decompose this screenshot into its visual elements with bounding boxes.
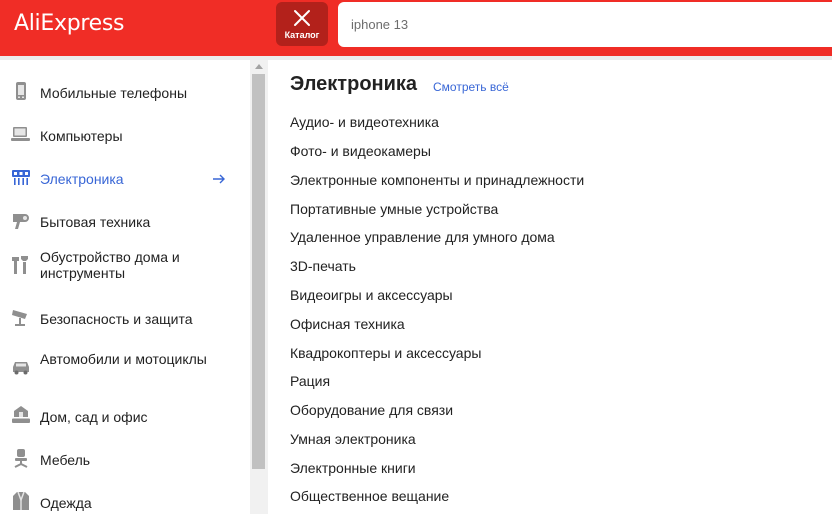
sidebar-item-home-appliances[interactable]: Бытовая техника	[0, 201, 250, 241]
sidebar-item-label: Бытовая техника	[40, 214, 151, 230]
electronics-icon	[12, 170, 30, 185]
computer-icon	[11, 127, 30, 141]
car-icon	[13, 362, 29, 375]
sidebar-item-label: Дом, сад и офис	[40, 409, 148, 425]
subcategory-link[interactable]: Оборудование для связи	[290, 402, 453, 418]
sidebar-item-home-garden-office[interactable]: Дом, сад и офис	[0, 396, 250, 436]
sidebar-item-security[interactable]: Безопасность и защита	[0, 298, 250, 338]
mobile-phone-icon	[16, 82, 26, 100]
subcategory-link[interactable]: Электронные компоненты и принадлежности	[290, 172, 584, 188]
sidebar-item-cars-motorcycles[interactable]: Автомобили и мотоциклы	[0, 345, 250, 385]
subcategory-link[interactable]: Общественное вещание	[290, 488, 449, 504]
subcategory-link[interactable]: Квадрокоптеры и аксессуары	[290, 345, 481, 361]
scrollbar-thumb[interactable]	[252, 74, 265, 469]
subcategory-link[interactable]: Рация	[290, 373, 330, 389]
see-all-link[interactable]: Смотреть всё	[433, 80, 509, 94]
hair-dryer-icon	[13, 214, 29, 229]
sidebar-item-clothing[interactable]: Одежда	[0, 482, 250, 514]
subcategory-link[interactable]: 3D-печать	[290, 258, 356, 274]
sidebar-item-home-improvement-tools[interactable]: Обустройство дома и инструменты	[0, 244, 250, 284]
search-input-value: iphone 13	[351, 17, 409, 32]
clothing-icon	[13, 491, 29, 510]
subcategory-link[interactable]: Аудио- и видеотехника	[290, 114, 439, 130]
subcategory-link[interactable]: Видеоигры и аксессуары	[290, 287, 453, 303]
sidebar-item-label: Автомобили и мотоциклы	[40, 351, 207, 367]
sidebar-item-mobile-phones[interactable]: Мобильные телефоны	[0, 72, 250, 112]
sidebar-item-label: Безопасность и защита	[40, 311, 193, 327]
security-camera-icon	[12, 310, 27, 326]
house-icon	[12, 406, 30, 423]
subcategory-link[interactable]: Электронные книги	[290, 460, 416, 476]
catalog-button[interactable]: Каталог	[276, 2, 328, 46]
sidebar-item-label: Мебель	[40, 452, 91, 468]
subcategory-link[interactable]: Офисная техника	[290, 316, 405, 332]
sidebar-item-furniture[interactable]: Мебель	[0, 439, 250, 479]
sidebar-item-label: Электроника	[40, 171, 124, 187]
sidebar-scrollbar[interactable]	[250, 60, 268, 514]
arrow-right-icon	[213, 174, 225, 184]
subcategory-link[interactable]: Фото- и видеокамеры	[290, 143, 431, 159]
sidebar-item-label: Обустройство дома и инструменты	[40, 249, 180, 281]
catalog-button-label: Каталог	[284, 30, 320, 40]
subcategory-link[interactable]: Удаленное управление для умного дома	[290, 229, 555, 245]
header: AliExpress Каталог iphone 13	[0, 0, 832, 56]
tools-icon	[12, 256, 28, 274]
subcategory-panel: Электроника Смотреть всё Аудио- и видеот…	[268, 60, 832, 514]
sidebar-item-label: Компьютеры	[40, 128, 123, 144]
scroll-up-arrow-icon[interactable]	[255, 64, 263, 69]
close-icon	[294, 10, 310, 26]
search-input[interactable]: iphone 13	[338, 2, 832, 47]
category-sidebar: Мобильные телефоны Компьютеры Электроник…	[0, 60, 250, 514]
sidebar-item-label: Мобильные телефоны	[40, 85, 188, 101]
aliexpress-logo[interactable]: AliExpress	[14, 11, 124, 36]
sidebar-item-label: Одежда	[40, 495, 92, 511]
category-title: Электроника	[290, 73, 418, 95]
sidebar-item-computers[interactable]: Компьютеры	[0, 115, 250, 155]
subcategory-link[interactable]: Умная электроника	[290, 431, 416, 447]
subcategory-link[interactable]: Портативные умные устройства	[290, 201, 498, 217]
sidebar-item-electronics[interactable]: Электроника	[0, 158, 250, 198]
chair-icon	[14, 449, 28, 468]
